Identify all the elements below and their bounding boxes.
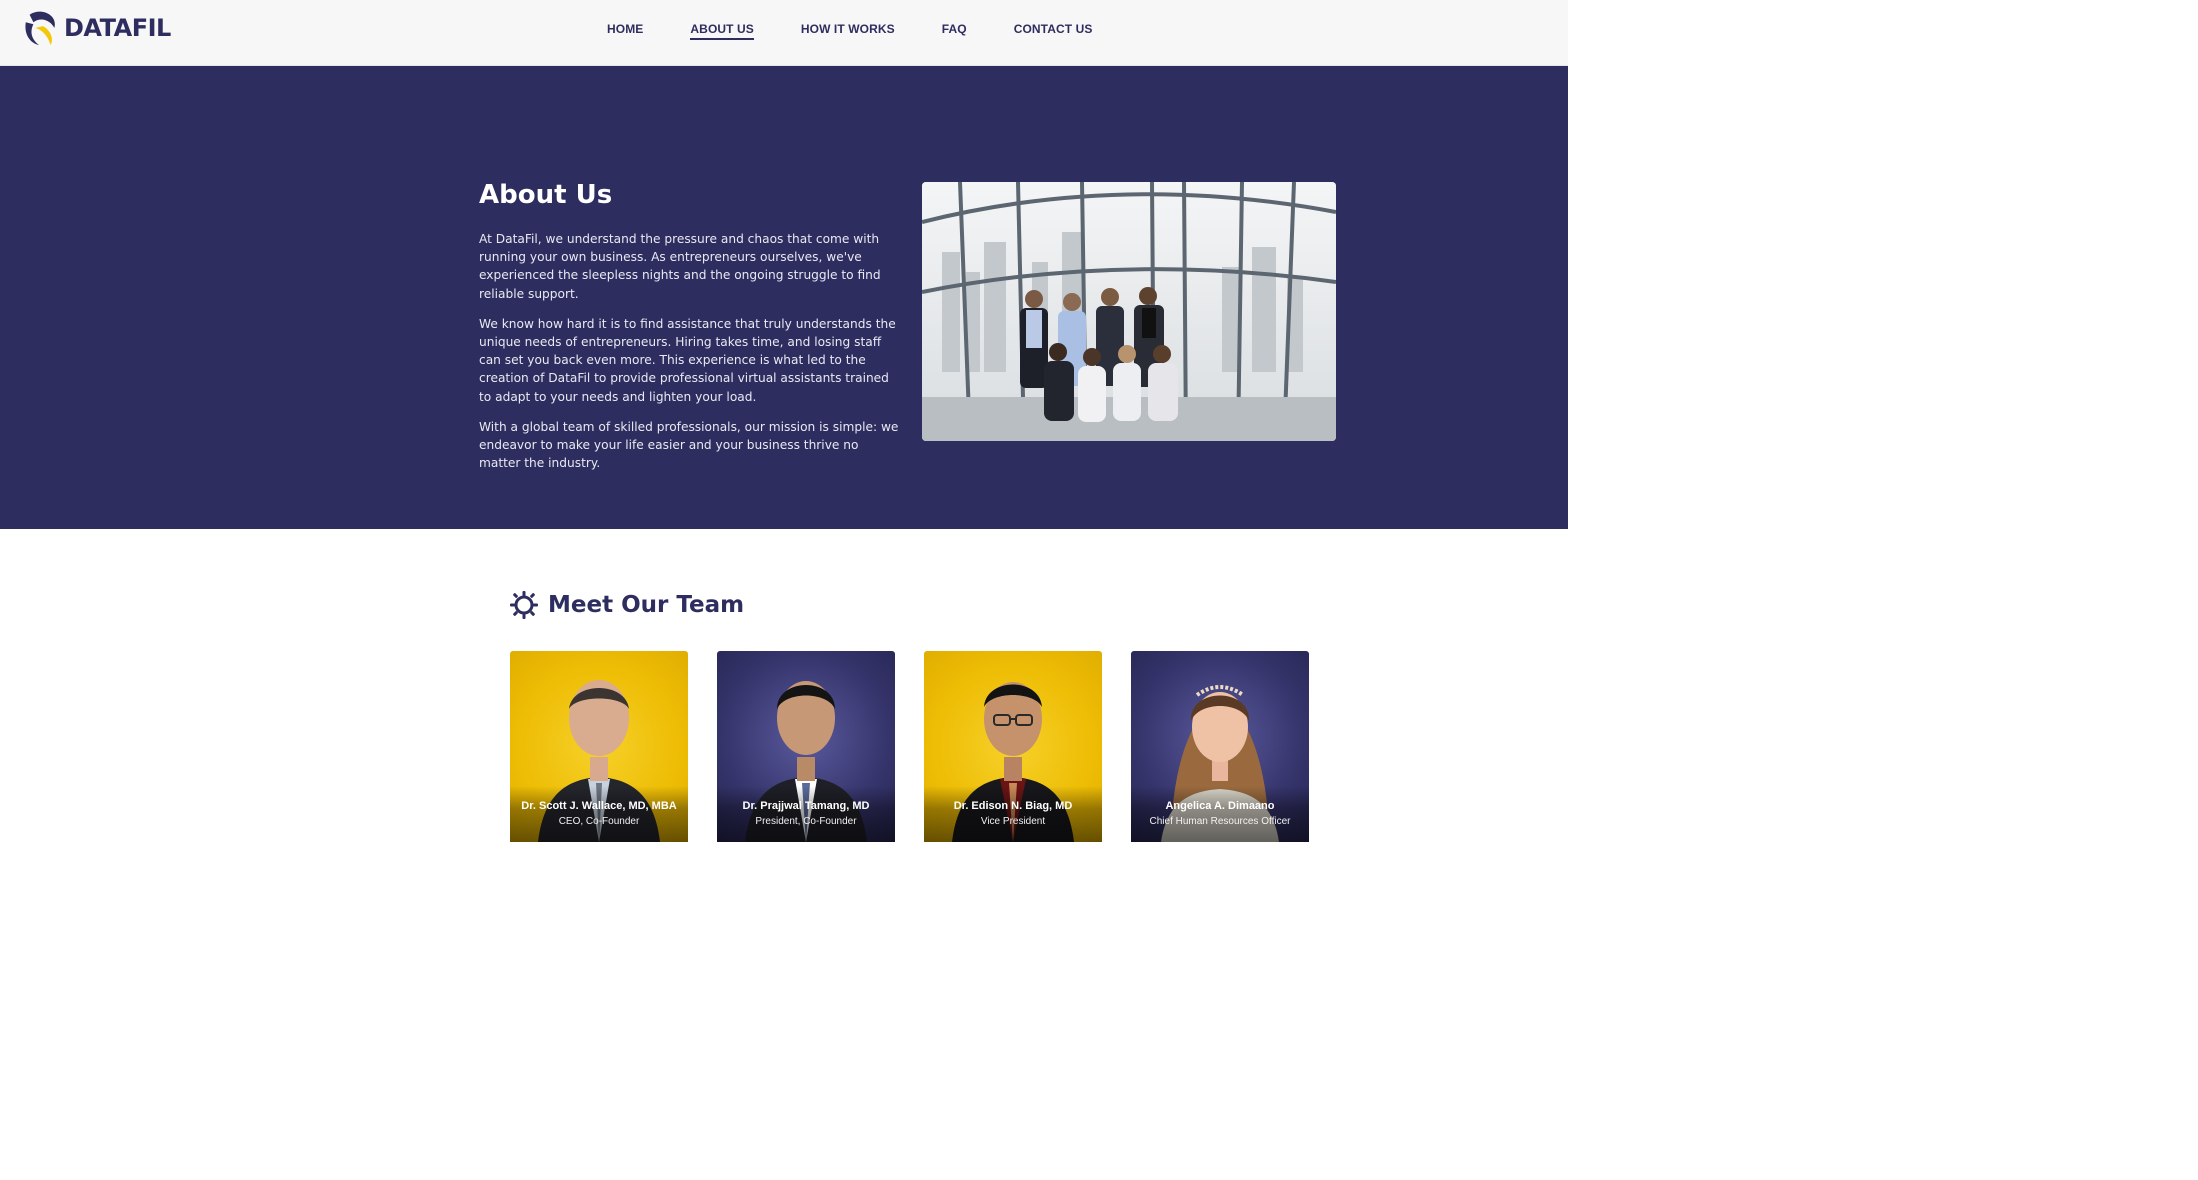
office-group-image [922,182,1336,441]
member-name: Dr. Scott J. Wallace, MD, MBA [521,800,677,812]
team-card[interactable]: Angelica A. Dimaano Chief Human Resource… [1131,651,1309,842]
member-caption: Dr. Scott J. Wallace, MD, MBA CEO, Co-Fo… [510,786,688,842]
team-card[interactable]: Dr. Scott J. Wallace, MD, MBA CEO, Co-Fo… [510,651,688,842]
nav-faq[interactable]: FAQ [942,22,967,40]
gear-icon [510,591,538,619]
member-role: Chief Human Resources Officer [1149,816,1291,827]
about-text: At DataFil, we understand the pressure a… [479,230,899,484]
about-paragraph: With a global team of skilled profession… [479,419,899,471]
brand-name: DATAFIL [64,14,171,42]
datafil-logo-icon [25,11,55,46]
member-role: Vice President [980,816,1046,827]
team-card[interactable]: Dr. Prajjwal Tamang, MD President, Co-Fo… [717,651,895,842]
member-caption: Dr. Prajjwal Tamang, MD President, Co-Fo… [717,786,895,842]
nav-contact-us[interactable]: CONTACT US [1014,22,1093,40]
about-paragraph: We know how hard it is to find assistanc… [479,316,896,404]
member-name: Angelica A. Dimaano [1165,800,1275,812]
member-name: Dr. Edison N. Biag, MD [953,800,1073,812]
member-role: CEO, Co-Founder [558,816,640,827]
team-title: Meet Our Team [548,592,745,618]
team-card[interactable]: Dr. Edison N. Biag, MD Vice President [924,651,1102,842]
member-name: Dr. Prajjwal Tamang, MD [742,800,870,812]
member-caption: Angelica A. Dimaano Chief Human Resource… [1131,786,1309,842]
member-role: President, Co-Founder [755,816,857,827]
about-section: About Us At DataFil, we understand the p… [0,66,1568,529]
main-nav: HOME ABOUT US HOW IT WORKS FAQ CONTACT U… [607,22,1139,40]
site-header: DATAFIL HOME ABOUT US HOW IT WORKS FAQ C… [0,0,1568,66]
nav-how-it-works[interactable]: HOW IT WORKS [801,22,895,40]
nav-about-us[interactable]: ABOUT US [690,22,754,40]
team-group-photo [922,182,1336,441]
brand-logo[interactable]: DATAFIL [22,8,171,48]
team-heading: Meet Our Team [509,590,744,620]
about-title: About Us [479,180,613,210]
about-paragraph: At DataFil, we understand the pressure a… [479,232,881,301]
member-caption: Dr. Edison N. Biag, MD Vice President [924,786,1102,842]
nav-home[interactable]: HOME [607,22,643,40]
